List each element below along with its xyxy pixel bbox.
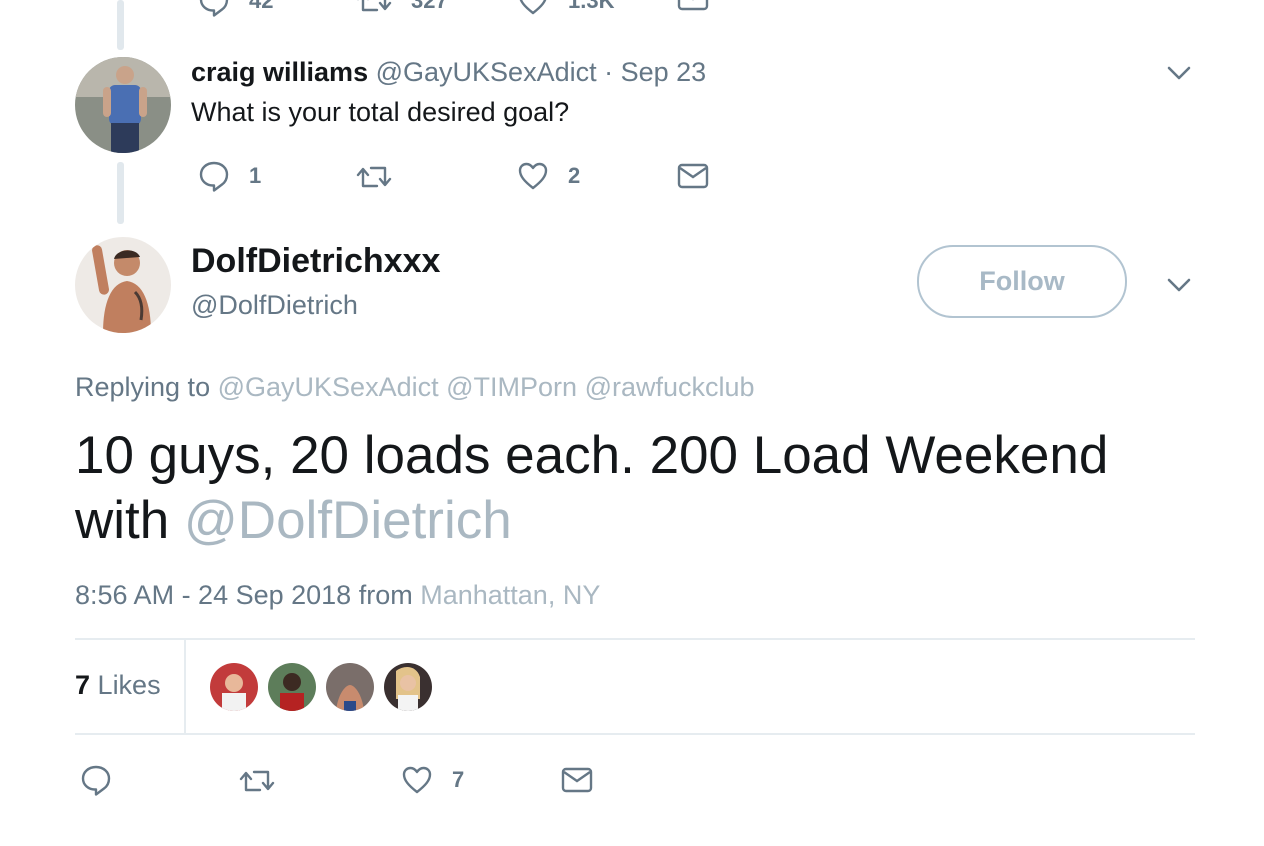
divider-top: [75, 638, 1195, 640]
liker-avatar-4[interactable]: [382, 661, 434, 713]
reply-author-name[interactable]: craig williams: [191, 57, 368, 87]
reply-icon: [197, 0, 231, 18]
reply-like-count: 2: [568, 163, 581, 188]
liker-avatar-1[interactable]: [208, 661, 260, 713]
reply-header: craig williams @GayUKSexAdict · Sep 23: [191, 57, 706, 88]
main-like-count: 7: [452, 767, 465, 792]
envelope-icon: [677, 0, 709, 12]
main-like-action[interactable]: 7: [400, 763, 464, 797]
likes-stat[interactable]: 7 Likes: [75, 670, 161, 701]
chevron-down-icon: [1166, 66, 1192, 86]
tweet-location[interactable]: Manhattan, NY: [420, 580, 600, 610]
reply-icon: [197, 159, 231, 193]
main-tweet-text-with: with: [75, 491, 170, 550]
main-menu-caret[interactable]: [1166, 276, 1192, 299]
reply-retweet-action[interactable]: [355, 160, 393, 194]
main-dm-action[interactable]: [561, 766, 593, 794]
prev-like-count: 1.3K: [568, 0, 615, 13]
prev-reply-count: 42: [249, 0, 274, 13]
replying-to-line: Replying to @GayUKSexAdict @TIMPorn @raw…: [75, 372, 755, 403]
prev-dm-action[interactable]: [677, 0, 709, 12]
main-author-name[interactable]: DolfDietrichxxx: [191, 242, 440, 281]
main-tweet-mention[interactable]: @DolfDietrich: [184, 491, 512, 550]
replying-to-mention-2[interactable]: @TIMPorn: [446, 372, 577, 402]
tweet-timestamp-line: 8:56 AM - 24 Sep 2018 from Manhattan, NY: [75, 580, 600, 611]
reply-reply-action[interactable]: 1: [197, 159, 261, 193]
reply-date[interactable]: Sep 23: [621, 57, 707, 87]
tweet-timestamp[interactable]: 8:56 AM - 24 Sep 2018: [75, 580, 351, 610]
replying-to-label: Replying to: [75, 372, 211, 402]
stats-vertical-divider: [184, 640, 186, 733]
envelope-icon: [677, 162, 709, 190]
heart-icon: [400, 763, 434, 797]
main-tweet-text: 10 guys, 20 loads each. 200 Load Weekend…: [75, 423, 1185, 553]
prev-retweet-count: 327: [411, 0, 448, 13]
heart-icon: [516, 0, 550, 18]
main-tweet-text-line1: 10 guys, 20 loads each. 200 Load Weekend: [75, 426, 1109, 485]
main-tweet-text-line2: with @DolfDietrich: [75, 488, 1185, 553]
likes-count: 7: [75, 670, 91, 700]
thread-line-middle: [117, 162, 124, 224]
reply-like-action[interactable]: 2: [516, 159, 580, 193]
liker-avatar-3[interactable]: [324, 661, 376, 713]
reply-reply-count: 1: [249, 163, 262, 188]
main-reply-action[interactable]: [79, 763, 113, 797]
heart-icon: [516, 159, 550, 193]
reply-dm-action[interactable]: [677, 162, 709, 190]
reply-icon: [79, 763, 113, 797]
reply-author-handle[interactable]: @GayUKSexAdict: [376, 57, 597, 87]
reply-separator: ·: [604, 57, 614, 87]
replying-to-mention-1[interactable]: @GayUKSexAdict: [218, 372, 439, 402]
replying-to-mention-3[interactable]: @rawfuckclub: [585, 372, 755, 402]
retweet-icon: [238, 764, 276, 798]
thread-line-top: [117, 0, 124, 50]
main-author-avatar[interactable]: [75, 237, 171, 333]
main-retweet-action[interactable]: [238, 764, 276, 798]
follow-button[interactable]: Follow: [917, 245, 1127, 318]
reply-author-avatar[interactable]: [75, 57, 171, 153]
chevron-down-icon: [1166, 278, 1192, 298]
envelope-icon: [561, 766, 593, 794]
retweet-icon: [355, 160, 393, 194]
divider-bottom: [75, 733, 1195, 735]
retweet-icon: [355, 0, 393, 18]
prev-retweet-action[interactable]: 327: [355, 0, 448, 18]
likes-label: Likes: [97, 670, 161, 700]
prev-like-action[interactable]: 1.3K: [516, 0, 614, 18]
liker-avatar-2[interactable]: [266, 661, 318, 713]
prev-reply-action[interactable]: 42: [197, 0, 273, 18]
reply-text: What is your total desired goal?: [191, 97, 570, 127]
reply-menu-caret[interactable]: [1166, 64, 1192, 87]
main-author-handle[interactable]: @DolfDietrich: [191, 290, 358, 321]
from-label: from: [358, 580, 413, 610]
